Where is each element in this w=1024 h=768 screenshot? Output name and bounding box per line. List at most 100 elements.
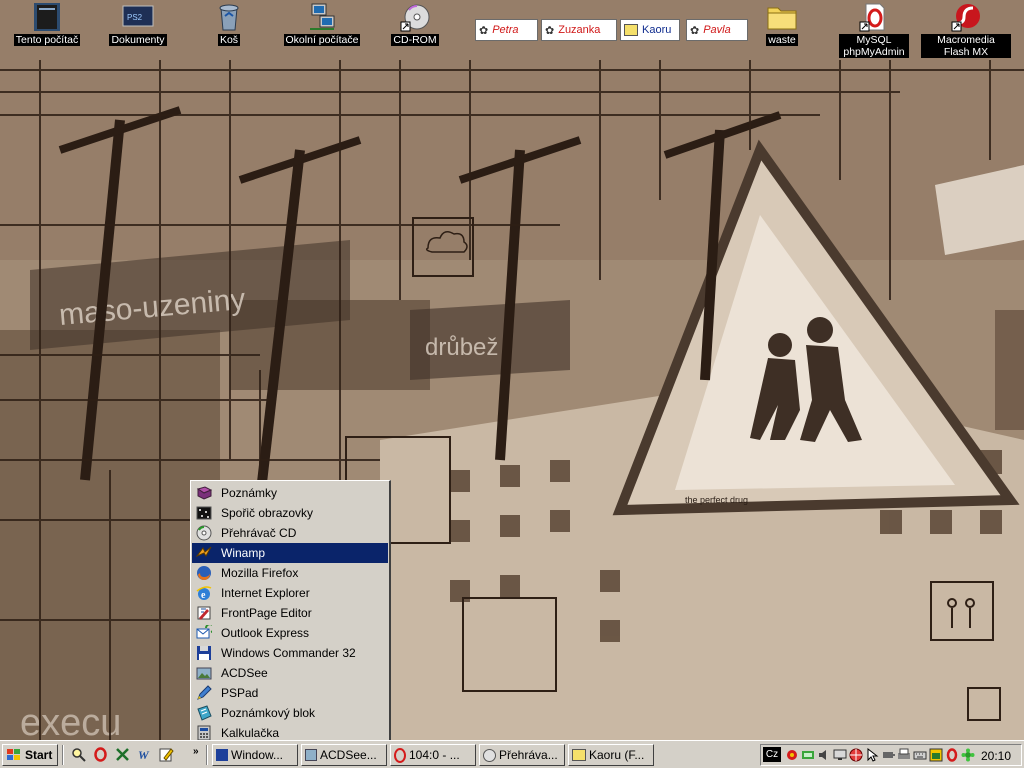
icq-icon[interactable]	[785, 748, 799, 762]
menu-item-label: Windows Commander 32	[221, 646, 356, 660]
notepad-icon	[195, 705, 213, 721]
word-icon[interactable]: W	[136, 746, 153, 763]
desktop-icon-waste[interactable]: waste	[737, 2, 827, 46]
volume-icon[interactable]	[817, 748, 831, 762]
documents-icon: PS2	[122, 5, 154, 27]
menu-item-label: Poznámky	[221, 486, 278, 500]
wallpaper-corner-text: execu	[20, 702, 121, 740]
taskbar-button-kaoru[interactable]: Kaoru (F...	[568, 744, 654, 766]
edit-icon[interactable]	[158, 746, 175, 763]
screensaver-icon	[195, 505, 213, 521]
contact-kaoru[interactable]: Kaoru	[620, 19, 680, 41]
flash-icon	[951, 4, 980, 32]
menu-item-label: PSPad	[221, 686, 259, 700]
taskbar-separator	[206, 745, 208, 765]
start-button[interactable]: Start	[2, 744, 58, 766]
menu-item-acdsee[interactable]: ACDSee	[192, 663, 388, 683]
contact-name: Zuzanka	[558, 24, 601, 36]
menu-item-label: FrontPage Editor	[221, 606, 312, 620]
contact-card-icon	[624, 24, 638, 36]
desktop-icon-label: Dokumenty	[109, 34, 167, 46]
excel-icon[interactable]	[114, 746, 131, 763]
desktop-icon-macromedia-flash-mx[interactable]: Macromedia Flash MX	[921, 2, 1011, 58]
scheduler-icon[interactable]	[929, 748, 943, 762]
ie-icon: e	[195, 585, 213, 601]
menu-item-windows-commander[interactable]: Windows Commander 32	[192, 643, 388, 663]
contact-petra[interactable]: ✿ Petra	[475, 19, 538, 41]
start-menu: Poznámky Spořič obrazovky Přehrávač CD W…	[190, 480, 391, 742]
keyboard-icon[interactable]	[913, 748, 927, 762]
menu-item-frontpage[interactable]: FrontPage Editor	[192, 603, 388, 623]
taskbar-button-opera[interactable]: 104:0 - ...	[390, 744, 476, 766]
desktop-icon-mysql-phpmyadmin[interactable]: MySQL phpMyAdmin	[829, 2, 919, 58]
desktop-icon-recycle-bin[interactable]: Koš	[184, 2, 274, 46]
taskbar-button-cd-player[interactable]: Přehráva...	[479, 744, 565, 766]
svg-text:e: e	[201, 590, 206, 601]
display-tray-icon[interactable]	[833, 748, 847, 762]
globe-icon[interactable]	[849, 748, 863, 762]
contact-name: Petra	[492, 24, 519, 36]
taskbar-button-window[interactable]: Window...	[212, 744, 298, 766]
menu-item-notepad[interactable]: Poznámkový blok	[192, 703, 388, 723]
network-icon	[310, 3, 335, 30]
network-tray-icon[interactable]	[801, 748, 815, 762]
pspad-icon	[195, 685, 213, 701]
desktop-icon-label: Macromedia Flash MX	[921, 34, 1011, 58]
menu-item-cd-player[interactable]: Přehrávač CD	[192, 523, 388, 543]
recycle-bin-icon	[219, 4, 239, 31]
menu-item-label: Mozilla Firefox	[221, 566, 299, 580]
floppy-icon	[216, 749, 228, 761]
printer-icon[interactable]	[897, 748, 911, 762]
menu-item-label: Internet Explorer	[221, 586, 310, 600]
contact-name: Pavla	[703, 24, 731, 36]
contact-name: Kaoru	[642, 24, 672, 36]
desktop-icon-label: MySQL phpMyAdmin	[839, 34, 909, 58]
desktop-icon-my-computer[interactable]: Tento počítač	[2, 2, 92, 46]
folder-icon	[767, 7, 797, 30]
menu-item-label: ACDSee	[221, 666, 268, 680]
quick-launch-chevron[interactable]: »	[193, 746, 199, 757]
desktop-icon-label: waste	[766, 34, 798, 46]
taskbar-button-label: Kaoru (F...	[589, 748, 645, 762]
desktop-icon-cd-rom[interactable]: CD-ROM	[370, 2, 460, 46]
calculator-icon	[195, 725, 213, 741]
acdsee-icon	[195, 665, 213, 681]
taskbar-button-label: 104:0 - ...	[409, 748, 460, 762]
opera-icon[interactable]	[92, 746, 109, 763]
search-icon[interactable]	[70, 746, 87, 763]
desktop-wallpaper: the perfect drug maso-uzeniny drůbež exe…	[0, 0, 1024, 740]
flower-icon: ✿	[690, 24, 700, 37]
desktop[interactable]: the perfect drug maso-uzeniny drůbež exe…	[0, 0, 1024, 740]
clock[interactable]: 20:10	[981, 749, 1011, 763]
menu-item-firefox[interactable]: Mozilla Firefox	[192, 563, 388, 583]
contact-pavla[interactable]: ✿ Pavla	[686, 19, 748, 41]
contact-zuzanka[interactable]: ✿ Zuzanka	[541, 19, 617, 41]
menu-item-pspad[interactable]: PSPad	[192, 683, 388, 703]
start-label: Start	[25, 748, 53, 762]
menu-item-winamp[interactable]: Winamp	[192, 543, 388, 563]
desktop-icon-label: Koš	[217, 34, 241, 46]
menu-item-outlook-express[interactable]: Outlook Express	[192, 623, 388, 643]
menu-item-internet-explorer[interactable]: e Internet Explorer	[192, 583, 388, 603]
taskbar-button-label: Přehráva...	[499, 748, 558, 762]
firefox-icon	[195, 565, 213, 581]
power-icon[interactable]	[881, 748, 895, 762]
cd-player-icon	[195, 525, 213, 541]
language-indicator[interactable]: Cz	[763, 747, 781, 762]
menu-item-label: Přehrávač CD	[221, 526, 297, 540]
desktop-icon-documents[interactable]: PS2 Dokumenty	[93, 2, 183, 46]
opera-icon	[394, 747, 406, 763]
menu-item-poznamky[interactable]: Poznámky	[192, 483, 388, 503]
desktop-icon-label: Okolní počítače	[283, 34, 361, 46]
taskbar-button-acdsee[interactable]: ACDSee...	[301, 744, 387, 766]
pointer-icon[interactable]	[865, 747, 879, 762]
acdsee-icon	[305, 749, 317, 761]
flower-tray-icon[interactable]	[961, 748, 975, 762]
desktop-icon-network[interactable]: Okolní počítače	[277, 2, 367, 46]
opera-tray-icon[interactable]	[945, 748, 959, 762]
windows-logo-icon	[7, 749, 20, 760]
menu-item-screensaver[interactable]: Spořič obrazovky	[192, 503, 388, 523]
opera-icon	[859, 3, 885, 32]
taskbar-button-label: ACDSee...	[320, 748, 377, 762]
flower-icon: ✿	[545, 24, 555, 37]
